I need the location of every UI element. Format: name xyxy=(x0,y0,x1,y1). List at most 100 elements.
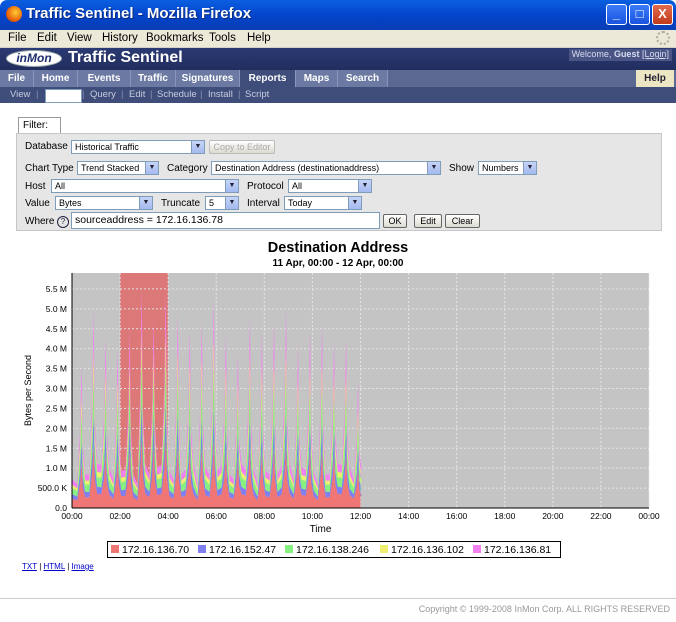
app-header: inMon Traffic Sentinel Welcome, Guest [L… xyxy=(0,48,676,70)
tab-reports[interactable]: Reports xyxy=(240,70,296,87)
subnav-separator: | xyxy=(238,89,241,100)
maximize-button[interactable]: □ xyxy=(629,4,650,25)
tab-events[interactable]: Events xyxy=(78,70,131,87)
inmon-logo: inMon xyxy=(6,50,62,67)
x-tick-label: 10:00 xyxy=(302,511,324,521)
x-tick-label: 06:00 xyxy=(206,511,228,521)
protocol-label: Protocol xyxy=(247,181,284,192)
category-label: Category xyxy=(167,163,208,174)
filter-legend: Filter: xyxy=(18,117,61,133)
subnav-edit[interactable]: Edit xyxy=(129,89,145,100)
html-link[interactable]: HTML xyxy=(44,562,65,571)
main-nav: File Home Events Traffic Signatures Repo… xyxy=(0,70,676,87)
show-value: Numbers xyxy=(482,163,519,173)
help-button[interactable]: Help xyxy=(636,70,674,87)
chart-type-value: Trend Stacked xyxy=(81,163,140,173)
login-link[interactable]: [Login] xyxy=(642,49,669,59)
sub-nav: View | Explore | Query | Edit | Schedule… xyxy=(0,87,676,103)
chevron-down-icon: ▼ xyxy=(225,180,238,192)
legend-label: 172.16.138.246 xyxy=(296,544,369,556)
chart-type-select[interactable]: Trend Stacked ▼ xyxy=(77,161,159,175)
subnav-explore[interactable]: Explore xyxy=(45,89,83,103)
y-tick-label: 2.5 M xyxy=(46,403,67,413)
x-tick-label: 12:00 xyxy=(350,511,372,521)
legend-label: 172.16.136.70 xyxy=(122,544,190,556)
subnav-install[interactable]: Install xyxy=(208,89,233,100)
tab-search[interactable]: Search xyxy=(338,70,388,87)
minimize-button[interactable]: _ xyxy=(606,4,627,25)
host-label: Host xyxy=(25,181,46,192)
image-link[interactable]: Image xyxy=(72,562,94,571)
where-input[interactable]: sourceaddress = 172.16.136.78 xyxy=(71,212,380,229)
edit-button[interactable]: Edit xyxy=(414,214,442,228)
subnav-schedule[interactable]: Schedule xyxy=(157,89,197,100)
where-help-icon[interactable]: ? xyxy=(57,216,69,228)
subnav-separator: | xyxy=(82,89,85,100)
subnav-query[interactable]: Query xyxy=(90,89,116,100)
legend-swatch xyxy=(111,545,119,553)
menu-history[interactable]: History xyxy=(102,32,138,44)
menu-file[interactable]: File xyxy=(8,32,27,44)
chart-type-label: Chart Type xyxy=(25,163,74,174)
host-value: All xyxy=(55,181,66,191)
tab-signatures[interactable]: Signatures xyxy=(176,70,240,87)
close-button[interactable]: X xyxy=(652,4,673,25)
value-value: Bytes xyxy=(59,198,82,208)
chevron-down-icon: ▼ xyxy=(145,162,158,174)
x-tick-label: 14:00 xyxy=(398,511,420,521)
x-tick-label: 18:00 xyxy=(494,511,516,521)
x-tick-label: 00:00 xyxy=(61,511,83,521)
legend-label: 172.16.136.102 xyxy=(391,544,464,556)
subnav-separator: | xyxy=(200,89,203,100)
truncate-select[interactable]: 5 ▼ xyxy=(205,196,239,210)
ok-button[interactable]: OK xyxy=(383,214,407,228)
legend-item: 172.16.136.81 xyxy=(473,544,551,556)
menu-tools[interactable]: Tools xyxy=(209,32,236,44)
chart-legend: 172.16.136.70 172.16.152.47 172.16.138.2… xyxy=(107,541,561,558)
category-select[interactable]: Destination Address (destinationaddress)… xyxy=(211,161,441,175)
subnav-view[interactable]: View xyxy=(10,89,30,100)
y-axis-label: Bytes per Second xyxy=(23,355,33,426)
subnav-separator: | xyxy=(36,89,39,100)
tab-file[interactable]: File xyxy=(0,70,34,87)
interval-select[interactable]: Today ▼ xyxy=(284,196,362,210)
clear-button[interactable]: Clear xyxy=(445,214,480,228)
truncate-label: Truncate xyxy=(161,198,201,209)
database-value: Historical Traffic xyxy=(75,142,139,152)
chevron-down-icon: ▼ xyxy=(191,141,204,153)
chart-title: Destination Address xyxy=(267,240,409,256)
legend-label: 172.16.136.81 xyxy=(484,544,552,556)
chevron-down-icon: ▼ xyxy=(139,197,152,209)
protocol-select[interactable]: All ▼ xyxy=(288,179,372,193)
show-label: Show xyxy=(449,163,475,174)
txt-link[interactable]: TXT xyxy=(22,562,37,571)
legend-item: 172.16.136.70 xyxy=(111,544,189,556)
chevron-down-icon: ▼ xyxy=(427,162,440,174)
legend-swatch xyxy=(473,545,481,553)
filter-panel: Database Historical Traffic ▼ Copy to Edi… xyxy=(16,133,662,231)
value-select[interactable]: Bytes ▼ xyxy=(55,196,153,210)
subnav-script[interactable]: Script xyxy=(245,89,269,100)
menu-bookmarks[interactable]: Bookmarks xyxy=(146,32,204,44)
y-tick-label: 3.5 M xyxy=(46,364,67,374)
tab-traffic[interactable]: Traffic xyxy=(131,70,176,87)
menu-edit[interactable]: Edit xyxy=(37,32,57,44)
copy-to-editor-button[interactable]: Copy to Editor xyxy=(209,140,275,154)
database-select[interactable]: Historical Traffic ▼ xyxy=(71,140,205,154)
legend-swatch xyxy=(285,545,293,553)
x-tick-label: 20:00 xyxy=(542,511,564,521)
tab-home[interactable]: Home xyxy=(34,70,78,87)
traffic-chart: 0.0500.0 K1.0 M1.5 M2.0 M2.5 M3.0 M3.5 M… xyxy=(23,273,660,535)
menu-view[interactable]: View xyxy=(67,32,92,44)
menu-help[interactable]: Help xyxy=(247,32,271,44)
tab-maps[interactable]: Maps xyxy=(296,70,338,87)
legend-item: 172.16.138.246 xyxy=(285,544,369,556)
export-links: TXT | HTML | Image xyxy=(22,562,94,571)
copyright-text: Copyright © 1999-2008 InMon Corp. ALL RI… xyxy=(418,604,670,614)
y-tick-label: 5.0 M xyxy=(46,304,67,314)
host-select[interactable]: All ▼ xyxy=(51,179,239,193)
show-select[interactable]: Numbers ▼ xyxy=(478,161,537,175)
chevron-down-icon: ▼ xyxy=(225,197,238,209)
welcome-prefix: Welcome, xyxy=(571,49,612,59)
x-tick-label: 08:00 xyxy=(254,511,276,521)
